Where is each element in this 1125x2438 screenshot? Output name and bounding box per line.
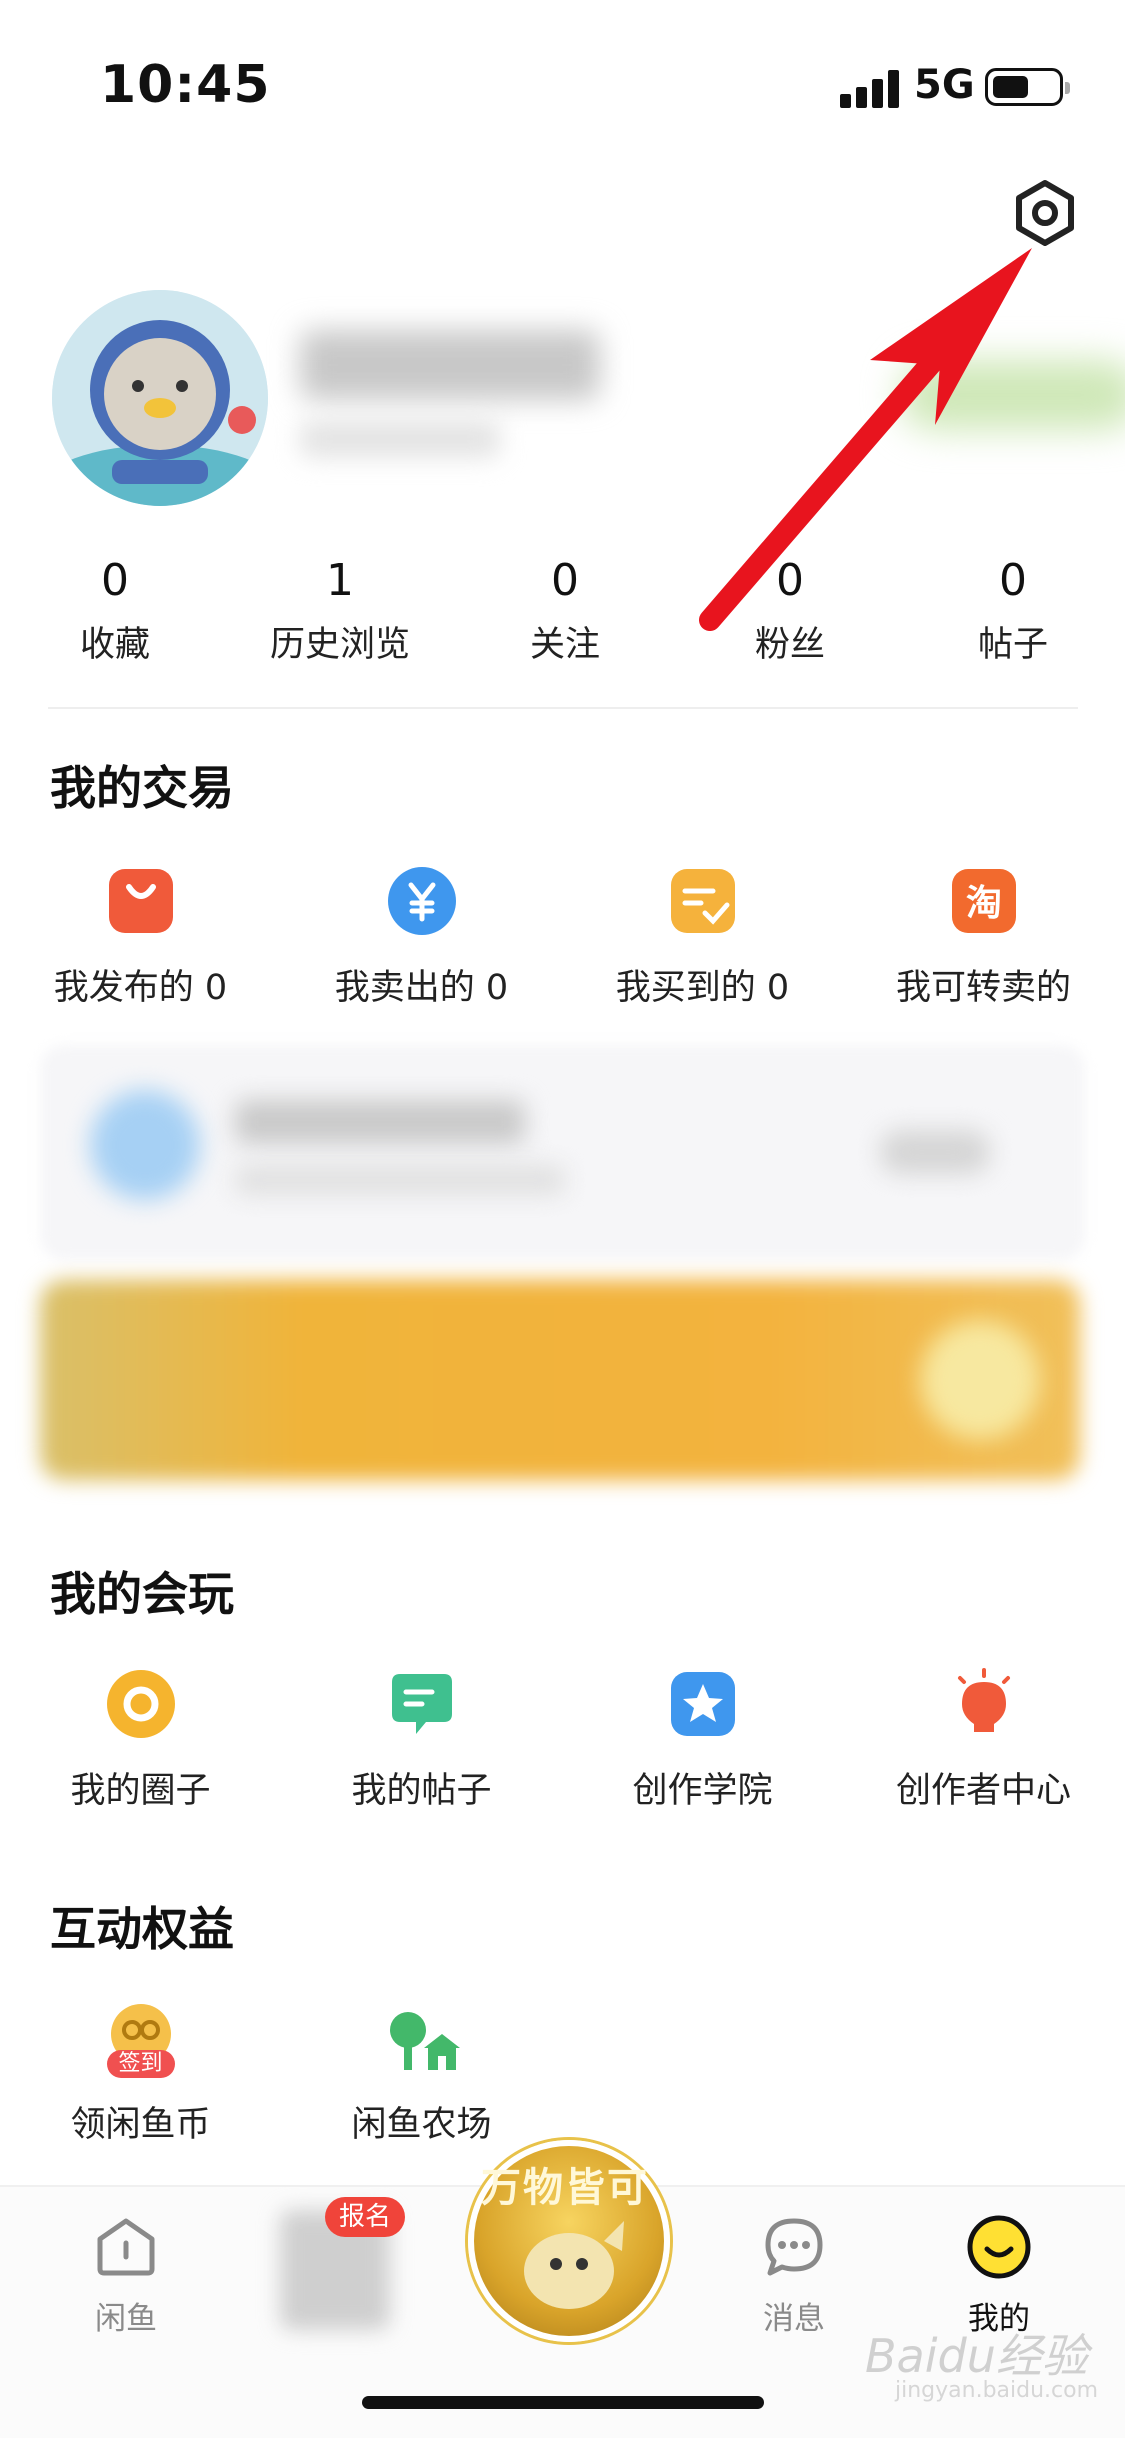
trade-item-label: 我可转卖的 xyxy=(895,968,1071,1008)
watermark-text: Baidu经验 xyxy=(865,2329,1088,2383)
coin-checkin-icon: 签到 xyxy=(101,2000,181,2082)
stat-favorites[interactable]: 0 收藏 xyxy=(15,555,215,667)
promo-card-icon-blurred xyxy=(90,1090,200,1200)
stat-label: 粉丝 xyxy=(754,625,825,665)
signal-icon xyxy=(840,68,900,108)
stat-posts[interactable]: 0 帖子 xyxy=(913,555,1113,667)
stat-value: 0 xyxy=(999,555,1027,606)
status-time: 10:45 xyxy=(100,55,271,115)
network-type: 5G xyxy=(914,62,975,108)
trade-item-published[interactable]: 我发布的 0 xyxy=(0,865,281,1010)
trade-item-label: 我卖出的 0 xyxy=(334,968,509,1008)
promo-card-subtitle-blurred xyxy=(235,1165,565,1195)
settings-gear-icon[interactable] xyxy=(1010,178,1080,248)
battery-icon xyxy=(985,68,1070,106)
username-blurred xyxy=(300,330,600,400)
benefit-item-farm[interactable]: 闲鱼农场 xyxy=(281,2000,562,2147)
trade-item-sold[interactable]: 我卖出的 0 xyxy=(281,865,562,1010)
stat-label: 收藏 xyxy=(79,625,150,665)
taobao-icon: 淘 xyxy=(948,865,1020,937)
play-item-label: 创作者中心 xyxy=(895,1771,1071,1811)
smile-icon xyxy=(967,2215,1031,2279)
play-item-creator-center[interactable]: 创作者中心 xyxy=(843,1668,1124,1813)
nav-item-home[interactable]: 闲鱼 xyxy=(46,2215,206,2338)
circle-icon xyxy=(105,1668,177,1740)
promo-card-title-blurred xyxy=(235,1100,525,1144)
member-banner-blurred[interactable] xyxy=(900,360,1125,430)
home-indicator xyxy=(362,2396,764,2409)
play-item-label: 我的帖子 xyxy=(351,1771,492,1811)
home-icon xyxy=(97,2218,155,2276)
stat-value: 0 xyxy=(551,555,579,606)
stat-following[interactable]: 0 关注 xyxy=(465,555,665,667)
play-item-posts[interactable]: 我的帖子 xyxy=(281,1668,562,1813)
stat-value: 0 xyxy=(776,555,804,606)
stat-label: 历史浏览 xyxy=(269,625,410,665)
lightbulb-icon xyxy=(948,1668,1020,1740)
stat-value: 0 xyxy=(101,555,129,606)
benefit-item-label: 领闲鱼币 xyxy=(70,2105,211,2145)
avatar[interactable] xyxy=(52,290,268,506)
user-subtitle-blurred xyxy=(300,420,500,458)
nav-item-label: 闲鱼 xyxy=(95,2301,157,2337)
trade-item-label: 我买到的 0 xyxy=(615,968,790,1008)
stat-label: 关注 xyxy=(529,625,600,665)
farm-icon xyxy=(382,2000,462,2082)
nav-item-label: 消息 xyxy=(763,2301,825,2337)
stat-history[interactable]: 1 历史浏览 xyxy=(240,555,440,667)
benefit-item-label: 闲鱼农场 xyxy=(351,2105,492,2145)
divider xyxy=(48,707,1078,709)
stat-fans[interactable]: 0 粉丝 xyxy=(690,555,890,667)
shopping-bag-icon xyxy=(105,865,177,937)
stat-value: 1 xyxy=(326,555,354,606)
promo-card-button-blurred[interactable] xyxy=(880,1130,990,1174)
trade-item-bought[interactable]: 我买到的 0 xyxy=(562,865,843,1010)
watermark-url: jingyan.baidu.com xyxy=(895,2378,1099,2403)
message-icon xyxy=(765,2218,823,2276)
trade-item-label: 我发布的 0 xyxy=(53,968,228,1008)
post-icon xyxy=(386,1668,458,1740)
play-item-academy[interactable]: 创作学院 xyxy=(562,1668,843,1813)
order-check-icon xyxy=(667,865,739,937)
play-item-label: 创作学院 xyxy=(632,1771,773,1811)
play-item-label: 我的圈子 xyxy=(70,1771,211,1811)
star-icon xyxy=(667,1668,739,1740)
play-item-circles[interactable]: 我的圈子 xyxy=(0,1668,281,1813)
stat-label: 帖子 xyxy=(977,625,1048,665)
nav-badge: 报名 xyxy=(325,2197,405,2237)
yen-icon xyxy=(386,865,458,937)
section-title-play: 我的会玩 xyxy=(50,1567,234,1621)
benefit-item-coins[interactable]: 签到 领闲鱼币 xyxy=(0,2000,281,2147)
checkin-badge: 签到 xyxy=(118,2051,163,2076)
section-title-benefits: 互动权益 xyxy=(50,1902,234,1956)
svg-text:淘: 淘 xyxy=(965,883,1001,924)
trade-item-resell[interactable]: 淘 我可转卖的 xyxy=(843,865,1124,1010)
promo-banner-badge-blurred xyxy=(920,1320,1040,1440)
section-title-trade: 我的交易 xyxy=(50,761,234,815)
center-button-label: 万物皆可 xyxy=(481,2165,649,2211)
nav-item-messages[interactable]: 消息 xyxy=(714,2215,874,2338)
